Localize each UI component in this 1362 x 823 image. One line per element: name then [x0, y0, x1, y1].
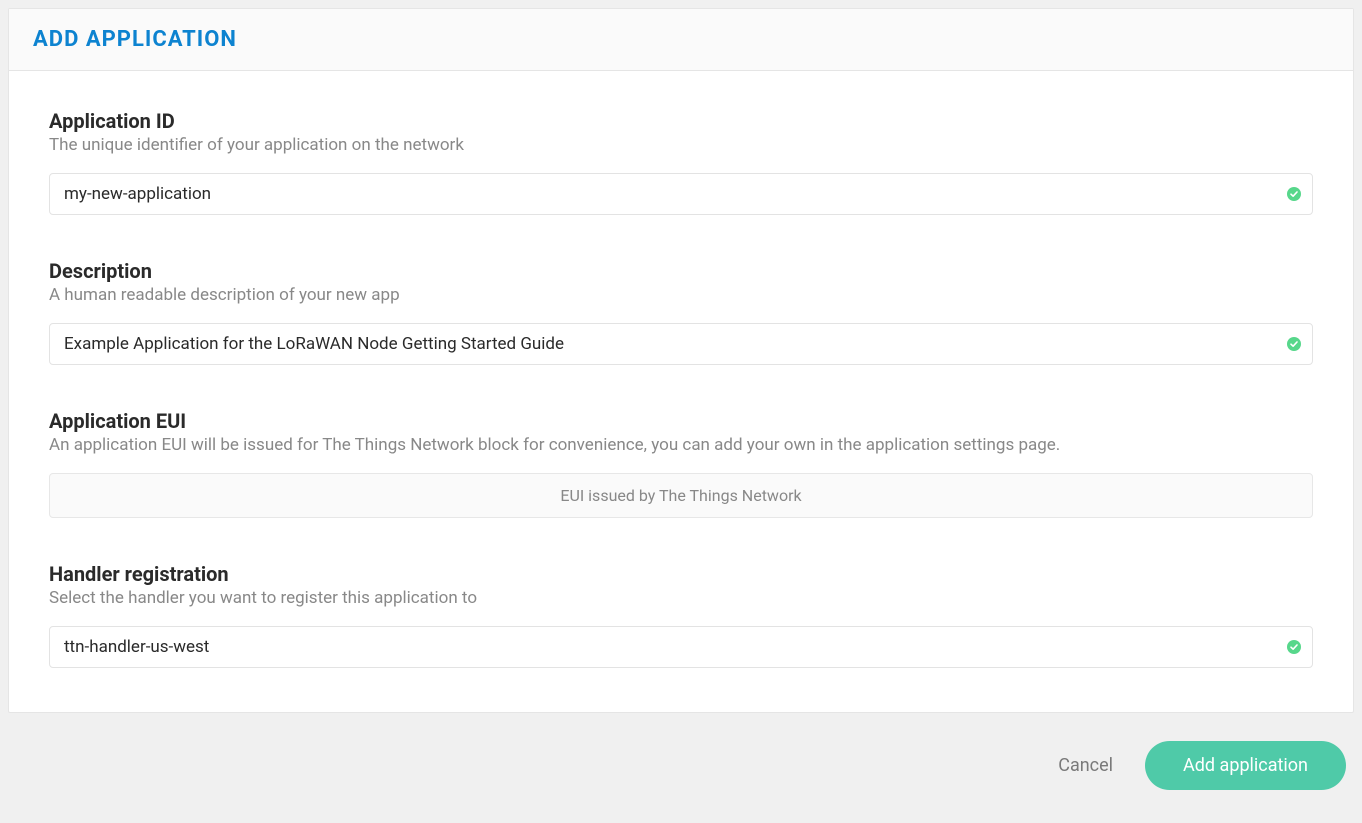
handler-label: Handler registration — [49, 562, 1313, 586]
application-eui-desc: An application EUI will be issued for Th… — [49, 435, 1313, 455]
application-id-label: Application ID — [49, 109, 1313, 133]
handler-select[interactable] — [49, 626, 1313, 668]
page-title: ADD APPLICATION — [33, 27, 1329, 52]
handler-desc: Select the handler you want to register … — [49, 588, 1313, 608]
checkmark-icon — [1287, 187, 1301, 201]
description-input-wrap — [49, 323, 1313, 365]
panel-header: ADD APPLICATION — [9, 9, 1353, 71]
description-input[interactable] — [49, 323, 1313, 365]
application-id-input[interactable] — [49, 173, 1313, 215]
checkmark-icon — [1287, 337, 1301, 351]
description-desc: A human readable description of your new… — [49, 285, 1313, 305]
checkmark-icon — [1287, 640, 1301, 654]
application-id-desc: The unique identifier of your applicatio… — [49, 135, 1313, 155]
application-eui-label: Application EUI — [49, 409, 1313, 433]
field-application-eui: Application EUI An application EUI will … — [49, 409, 1313, 518]
add-application-button[interactable]: Add application — [1145, 741, 1346, 790]
application-eui-static: EUI issued by The Things Network — [49, 473, 1313, 518]
field-description: Description A human readable description… — [49, 259, 1313, 365]
form-footer: Cancel Add application — [8, 713, 1354, 790]
handler-input-wrap — [49, 626, 1313, 668]
field-handler-registration: Handler registration Select the handler … — [49, 562, 1313, 668]
application-id-input-wrap — [49, 173, 1313, 215]
cancel-button[interactable]: Cancel — [1058, 755, 1113, 776]
description-label: Description — [49, 259, 1313, 283]
field-application-id: Application ID The unique identifier of … — [49, 109, 1313, 215]
panel-body: Application ID The unique identifier of … — [9, 71, 1353, 712]
add-application-panel: ADD APPLICATION Application ID The uniqu… — [8, 8, 1354, 713]
